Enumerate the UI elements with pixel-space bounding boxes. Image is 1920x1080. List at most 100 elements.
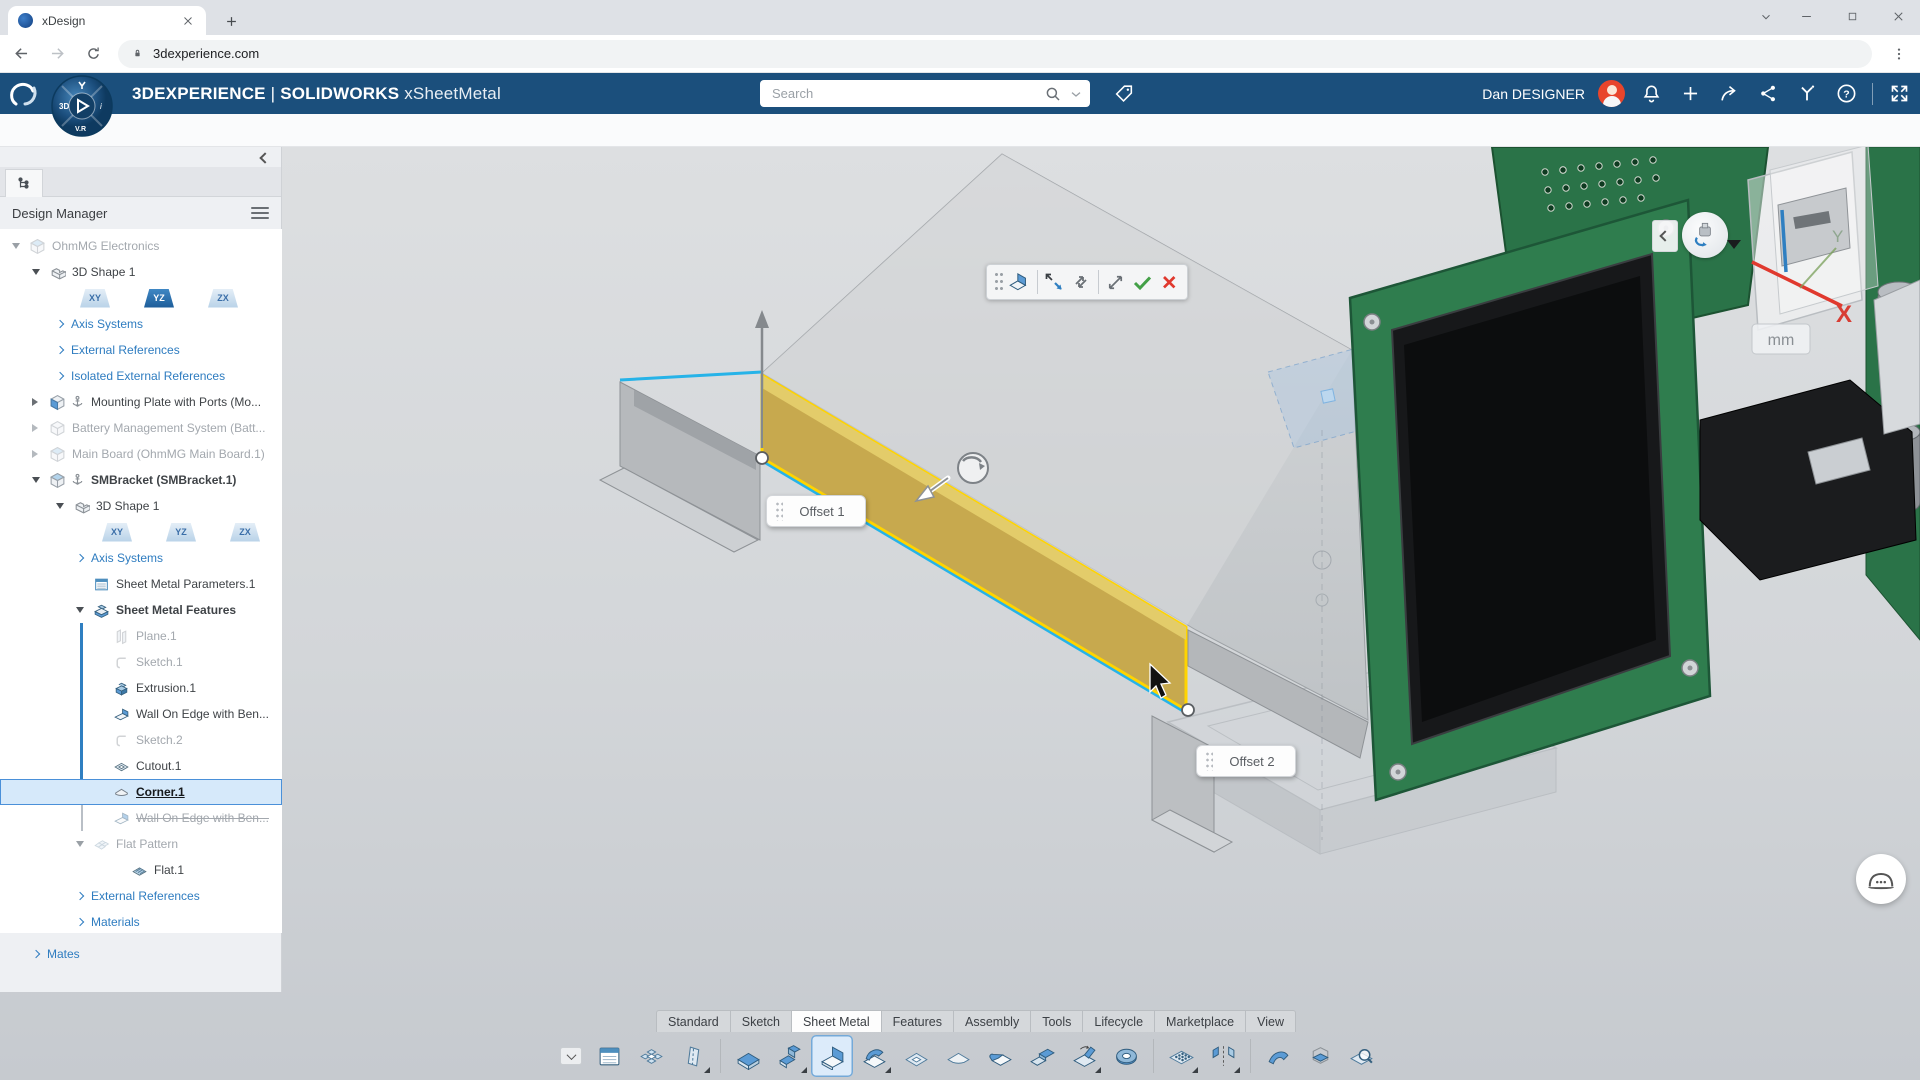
- tree-item-mounting-plate[interactable]: Mounting Plate with Ports (Mo...: [0, 389, 282, 415]
- flip-direction-icon[interactable]: [1041, 268, 1068, 296]
- mirror-icon[interactable]: [1202, 1035, 1244, 1077]
- tree-item-isolated-external-references[interactable]: Isolated External References: [0, 363, 282, 389]
- tree-item-cutout1[interactable]: Cutout.1: [0, 753, 282, 779]
- plane-yz-icon[interactable]: YZ: [166, 523, 196, 542]
- search-icon[interactable]: [1044, 85, 1062, 103]
- compass-menu-button[interactable]: 3D i V.R: [50, 74, 114, 138]
- ribbon-tab-tools[interactable]: Tools: [1030, 1010, 1082, 1032]
- offset1-input-label[interactable]: Offset 1: [766, 495, 866, 527]
- tree-item-corner1-selected[interactable]: Corner.1: [0, 779, 282, 805]
- panel-menu-icon[interactable]: [251, 207, 269, 219]
- ribbon-tab-lifecycle[interactable]: Lifecycle: [1082, 1010, 1154, 1032]
- jog-icon[interactable]: [1021, 1035, 1063, 1077]
- tree-item-sketch1[interactable]: Sketch.1: [0, 649, 282, 675]
- offset1-drag-dots-icon[interactable]: [775, 501, 783, 521]
- tree-item-sketch2[interactable]: Sketch.2: [0, 727, 282, 753]
- tab-search-chevron[interactable]: [1744, 0, 1788, 33]
- tree-item-axis-systems-inner[interactable]: Axis Systems: [0, 545, 282, 571]
- tree-item-flat-pattern[interactable]: Flat Pattern: [0, 831, 282, 857]
- browser-menu-icon[interactable]: [1886, 41, 1912, 67]
- ribbon-tab-assembly[interactable]: Assembly: [953, 1010, 1030, 1032]
- cancel-x-icon[interactable]: [1156, 268, 1183, 296]
- support-chat-button[interactable]: [1856, 854, 1906, 904]
- form-tool-icon[interactable]: [1105, 1035, 1147, 1077]
- global-search[interactable]: [760, 80, 1090, 107]
- ribbon-tab-sketch[interactable]: Sketch: [730, 1010, 791, 1032]
- sketched-bend-icon[interactable]: [769, 1035, 811, 1077]
- search-options-chevron-icon[interactable]: [1068, 86, 1084, 102]
- share-nodes-icon[interactable]: [1755, 81, 1781, 107]
- tree-item-ohmmg-electronics[interactable]: OhmMG Electronics: [0, 233, 282, 259]
- hem-icon[interactable]: [979, 1035, 1021, 1077]
- tree-item-battery-management[interactable]: Battery Management System (Batt...: [0, 415, 282, 441]
- tree-item-external-references[interactable]: External References: [0, 337, 282, 363]
- ribbon-tab-marketplace[interactable]: Marketplace: [1154, 1010, 1245, 1032]
- tree-item-flat1[interactable]: Flat.1: [0, 857, 282, 883]
- browser-tab[interactable]: xDesign: [8, 6, 206, 35]
- left-channel-wall[interactable]: [600, 372, 762, 552]
- pattern-icon[interactable]: [1160, 1035, 1202, 1077]
- tab-close-icon[interactable]: [180, 13, 196, 29]
- tree-item-wall-on-edge1[interactable]: Wall On Edge with Ben...: [0, 701, 282, 727]
- new-tab-button[interactable]: [218, 8, 244, 34]
- community-swym-icon[interactable]: [1794, 81, 1820, 107]
- tree-item-mates[interactable]: Mates: [0, 941, 281, 967]
- expand-dialog-icon[interactable]: [1102, 268, 1129, 296]
- plane-xy-icon[interactable]: XY: [80, 289, 110, 308]
- tree-item-plane1[interactable]: Plane.1: [0, 623, 282, 649]
- tree-item-sheet-metal-features[interactable]: Sheet Metal Features: [0, 597, 282, 623]
- ribbon-tab-features[interactable]: Features: [881, 1010, 953, 1032]
- help-icon[interactable]: ?: [1833, 81, 1859, 107]
- tree-item-main-board[interactable]: Main Board (OhmMG Main Board.1): [0, 441, 282, 467]
- tab-design-tree[interactable]: [5, 169, 43, 197]
- tree-item-external-references-inner[interactable]: External References: [0, 883, 282, 909]
- search-input[interactable]: [772, 86, 1044, 101]
- window-minimize-button[interactable]: [1784, 0, 1828, 33]
- assistant-dropdown-icon[interactable]: [1727, 240, 1741, 249]
- ribbon-tab-standard[interactable]: Standard: [656, 1010, 730, 1032]
- forward-icon[interactable]: [42, 39, 72, 69]
- reload-icon[interactable]: [78, 39, 108, 69]
- offset2-input-label[interactable]: Offset 2: [1196, 745, 1296, 777]
- tree-item-3d-shape-1[interactable]: 3D Shape 1: [0, 259, 282, 285]
- tree-item-materials[interactable]: Materials: [0, 909, 282, 933]
- examine-icon[interactable]: [1341, 1035, 1383, 1077]
- plane-yz-icon-selected[interactable]: YZ: [144, 289, 174, 308]
- swept-flange-icon[interactable]: [853, 1035, 895, 1077]
- assistant-robot-button[interactable]: [1682, 212, 1728, 258]
- fullscreen-icon[interactable]: [1886, 81, 1912, 107]
- display-board[interactable]: [1350, 200, 1710, 800]
- window-maximize-button[interactable]: [1830, 0, 1874, 33]
- share-arrow-icon[interactable]: [1716, 81, 1742, 107]
- tab-flange-icon[interactable]: [727, 1035, 769, 1077]
- tree-item-axis-systems[interactable]: Axis Systems: [0, 311, 282, 337]
- hud-drag-handle-icon[interactable]: [994, 271, 1004, 293]
- tree-item-sheet-metal-parameters[interactable]: Sheet Metal Parameters.1: [0, 571, 282, 597]
- user-avatar[interactable]: [1598, 80, 1625, 107]
- cutout-icon[interactable]: [895, 1035, 937, 1077]
- plane-zx-icon[interactable]: ZX: [208, 289, 238, 308]
- reference-plane-icon[interactable]: [672, 1035, 714, 1077]
- sheet-metal-parameters-icon[interactable]: [588, 1035, 630, 1077]
- plane-zx-icon[interactable]: ZX: [230, 523, 260, 542]
- flat-pattern-preview-icon[interactable]: [630, 1035, 672, 1077]
- feature-hud-toolbar[interactable]: [986, 264, 1188, 300]
- freeform-bend-icon[interactable]: [1257, 1035, 1299, 1077]
- ribbon-tab-view[interactable]: View: [1245, 1010, 1296, 1032]
- toolbar-expander-icon[interactable]: [560, 1047, 582, 1065]
- url-field[interactable]: 3dexperience.com: [118, 40, 1872, 68]
- plane-xy-icon[interactable]: XY: [102, 523, 132, 542]
- tree-item-wall-on-edge2-suppressed[interactable]: Wall On Edge with Ben...: [0, 805, 282, 831]
- add-icon[interactable]: [1677, 81, 1703, 107]
- ok-check-icon[interactable]: [1129, 268, 1156, 296]
- tree-item-smbracket[interactable]: SMBracket (SMBracket.1): [0, 467, 282, 493]
- fold-icon[interactable]: [1063, 1035, 1105, 1077]
- hud-wall-on-edge-icon[interactable]: [1007, 268, 1034, 296]
- tree-item-extrusion1[interactable]: Extrusion.1: [0, 675, 282, 701]
- offset2-drag-dots-icon[interactable]: [1205, 751, 1213, 771]
- convert-to-sheet-metal-icon[interactable]: [1299, 1035, 1341, 1077]
- viewport-collapse-button[interactable]: [1652, 220, 1678, 252]
- back-icon[interactable]: [6, 39, 36, 69]
- tag-search-button[interactable]: [1110, 80, 1138, 107]
- ribbon-tab-sheet-metal-active[interactable]: Sheet Metal: [791, 1010, 881, 1032]
